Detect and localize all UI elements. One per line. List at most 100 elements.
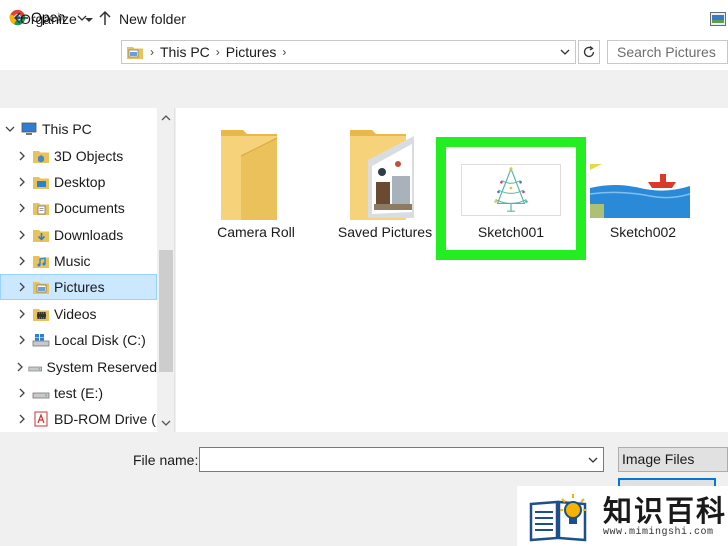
local-disk-icon — [32, 334, 50, 347]
nav-item-desktop[interactable]: Desktop — [12, 169, 157, 195]
expand-toggle[interactable] — [12, 256, 32, 266]
expand-toggle[interactable] — [12, 362, 28, 372]
expand-toggle[interactable] — [12, 282, 32, 292]
nav-item-label: This PC — [42, 121, 92, 137]
chevron-up-icon — [161, 114, 171, 120]
breadcrumb-pictures[interactable]: Pictures — [226, 44, 277, 60]
item-label: Sketch002 — [609, 224, 677, 240]
address-bar[interactable]: › This PC › Pictures › — [121, 40, 576, 64]
chevron-down-icon — [588, 457, 598, 463]
desktop-icon — [33, 177, 49, 189]
watermark: 知识百科 www.mimingshi.com — [517, 486, 728, 546]
nav-item-pictures[interactable]: Pictures — [0, 274, 157, 300]
pictures-folder-icon — [127, 47, 143, 59]
nav-item-bd-rom[interactable]: BD-ROM Drive ( — [12, 406, 157, 432]
nav-item-local-disk[interactable]: Local Disk (C:) — [12, 327, 157, 353]
navigation-pane: This PC 3D Objects Desktop Documents Dow… — [0, 108, 175, 432]
expand-toggle[interactable] — [12, 335, 32, 345]
chevron-right-icon — [19, 309, 25, 319]
chevron-right-icon — [19, 230, 25, 240]
nav-item-music[interactable]: Music — [12, 248, 157, 274]
scroll-up-button[interactable] — [159, 110, 173, 124]
file-item-sketch002[interactable]: Sketch002 — [590, 160, 696, 250]
view-icon — [712, 15, 724, 23]
drive-icon — [32, 392, 50, 399]
scroll-down-button[interactable] — [159, 416, 173, 430]
folder-item-camera-roll[interactable]: Camera Roll — [206, 120, 306, 245]
change-view-button[interactable] — [710, 12, 726, 26]
folder-icon — [221, 130, 278, 220]
selection-highlight — [436, 137, 586, 260]
chevron-right-icon — [19, 282, 25, 292]
chevron-right-icon — [19, 388, 25, 398]
up-button[interactable] — [95, 7, 115, 29]
pc-icon — [21, 122, 37, 135]
up-arrow-icon — [99, 10, 111, 25]
open-dialog: Open › This PC › Pictures › Search Pictu… — [0, 0, 728, 546]
nav-item-label: Videos — [54, 306, 97, 322]
nav-scrollbar[interactable] — [157, 108, 174, 432]
expand-toggle[interactable] — [0, 126, 20, 133]
item-label: Saved Pictures — [337, 224, 433, 240]
caret-down-icon — [84, 18, 93, 23]
nav-item-test-e[interactable]: test (E:) — [12, 380, 157, 406]
chevron-right-icon — [19, 203, 25, 213]
expand-toggle[interactable] — [12, 230, 32, 240]
nav-item-system-reserved[interactable]: System Reserved — [12, 354, 157, 380]
nav-item-label: Downloads — [54, 227, 124, 243]
expand-toggle[interactable] — [12, 309, 32, 319]
breadcrumb-separator: › — [150, 45, 154, 59]
expand-toggle[interactable] — [12, 203, 32, 213]
scroll-thumb[interactable] — [159, 250, 173, 372]
nav-item-label: 3D Objects — [54, 148, 124, 164]
folder-with-photo-icon — [350, 130, 414, 220]
3d-objects-icon — [33, 151, 49, 163]
file-name-input[interactable] — [199, 447, 604, 472]
nav-item-label: test (E:) — [54, 385, 104, 401]
nav-item-label: Desktop — [54, 174, 106, 190]
book-lightbulb-logo — [529, 494, 587, 542]
refresh-icon — [583, 45, 595, 58]
nav-item-label: Pictures — [54, 279, 105, 295]
music-icon — [33, 256, 49, 268]
pictures-icon — [33, 282, 49, 294]
nav-item-downloads[interactable]: Downloads — [12, 222, 157, 248]
expand-toggle[interactable] — [12, 151, 32, 161]
folder-item-saved-pictures[interactable]: Saved Pictures — [334, 120, 436, 245]
expand-toggle[interactable] — [12, 177, 32, 187]
chevron-down-icon — [560, 49, 570, 55]
nav-item-label: Documents — [54, 200, 125, 216]
expand-toggle[interactable] — [12, 414, 32, 424]
search-input[interactable]: Search Pictures — [607, 40, 728, 64]
breadcrumb-separator: › — [215, 45, 220, 59]
chevron-right-icon — [17, 362, 23, 372]
chevron-down-icon — [5, 126, 15, 132]
watermark-text-group: 知识百科 www.mimingshi.com — [603, 495, 727, 538]
file-name-dropdown-button[interactable] — [588, 453, 598, 469]
refresh-button[interactable] — [578, 40, 600, 64]
expand-toggle[interactable] — [12, 388, 32, 398]
nav-item-label: BD-ROM Drive ( — [54, 411, 156, 427]
nav-item-this-pc[interactable]: This PC — [0, 116, 157, 142]
chevron-right-icon — [19, 177, 25, 187]
file-type-select[interactable]: Image Files — [618, 447, 728, 472]
sketch002-thumbnail — [590, 164, 690, 218]
breadcrumb-separator: › — [282, 45, 287, 59]
address-dropdown-button[interactable] — [559, 45, 571, 62]
nav-item-3d-objects[interactable]: 3D Objects — [12, 143, 157, 169]
new-folder-button[interactable]: New folder — [119, 11, 186, 27]
breadcrumb-this-pc[interactable]: This PC — [160, 44, 210, 60]
nav-item-label: Music — [54, 253, 91, 269]
file-name-label: File name: — [133, 452, 199, 468]
command-bar — [0, 70, 728, 108]
nav-item-videos[interactable]: Videos — [12, 301, 157, 327]
drive-icon — [28, 366, 43, 372]
chevron-right-icon — [19, 335, 25, 345]
watermark-url: www.mimingshi.com — [603, 526, 714, 538]
nav-item-label: System Reserved — [46, 359, 157, 375]
nav-item-documents[interactable]: Documents — [12, 195, 157, 221]
organize-button[interactable]: Organize — [20, 11, 93, 27]
videos-icon — [33, 309, 49, 321]
item-label: Camera Roll — [217, 224, 295, 240]
organize-label: Organize — [20, 11, 77, 27]
